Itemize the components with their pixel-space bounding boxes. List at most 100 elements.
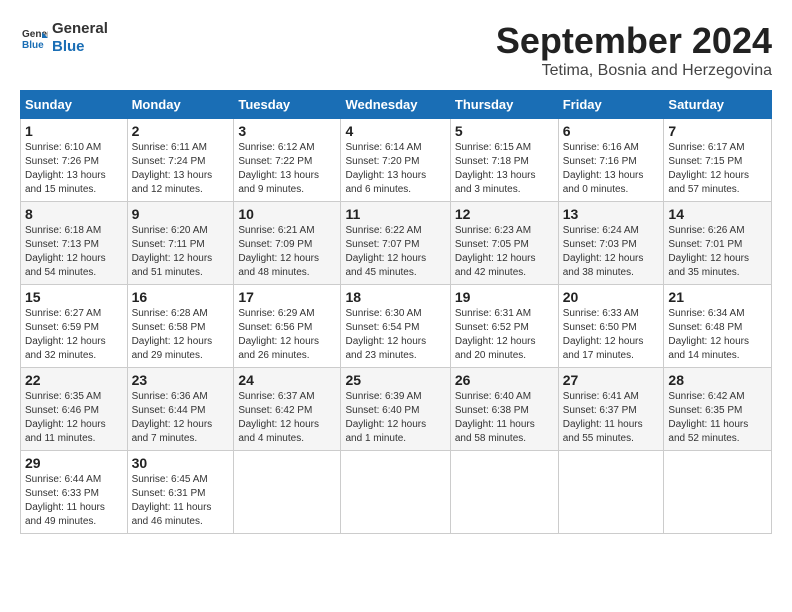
calendar-cell: 17 Sunrise: 6:29 AM Sunset: 6:56 PM Dayli… (234, 285, 341, 368)
month-title: September 2024 (496, 20, 772, 62)
day-info: Sunrise: 6:22 AM Sunset: 7:07 PM Dayligh… (345, 224, 445, 280)
calendar-cell: 5 Sunrise: 6:15 AM Sunset: 7:18 PM Daylig… (450, 119, 558, 202)
calendar-week-row: 8 Sunrise: 6:18 AM Sunset: 7:13 PM Daylig… (21, 202, 772, 285)
calendar-cell: 18Sunrise: 6:30 AM Sunset: 6:54 PM Dayli… (341, 285, 450, 368)
calendar-cell: 15 Sunrise: 6:27 AM Sunset: 6:59 PM Dayli… (21, 285, 128, 368)
logo-line2: Blue (52, 38, 108, 56)
calendar-cell (341, 451, 450, 534)
header-saturday: Saturday (664, 91, 772, 119)
day-number: 2 (132, 123, 230, 139)
day-info: Sunrise: 6:27 AM Sunset: 6:59 PM Dayligh… (25, 307, 123, 363)
calendar-cell (450, 451, 558, 534)
calendar-cell: 22Sunrise: 6:35 AM Sunset: 6:46 PM Dayli… (21, 368, 128, 451)
day-info: Sunrise: 6:18 AM Sunset: 7:13 PM Dayligh… (25, 224, 123, 280)
calendar-cell: 23 Sunrise: 6:36 AM Sunset: 6:44 PM Dayli… (127, 368, 234, 451)
calendar-header-row: SundayMondayTuesdayWednesdayThursdayFrid… (21, 91, 772, 119)
calendar-week-row: 15 Sunrise: 6:27 AM Sunset: 6:59 PM Dayli… (21, 285, 772, 368)
day-info: Sunrise: 6:45 AM Sunset: 6:31 PM Dayligh… (132, 473, 230, 529)
calendar-cell: 20 Sunrise: 6:33 AM Sunset: 6:50 PM Dayli… (558, 285, 664, 368)
day-info: Sunrise: 6:30 AM Sunset: 6:54 PM Dayligh… (345, 307, 445, 363)
day-info: Sunrise: 6:21 AM Sunset: 7:09 PM Dayligh… (238, 224, 336, 280)
svg-text:Blue: Blue (22, 40, 44, 51)
day-info: Sunrise: 6:37 AM Sunset: 6:42 PM Dayligh… (238, 390, 336, 446)
day-info: Sunrise: 6:28 AM Sunset: 6:58 PM Dayligh… (132, 307, 230, 363)
day-number: 5 (455, 123, 554, 139)
calendar-cell: 2 Sunrise: 6:11 AM Sunset: 7:24 PM Daylig… (127, 119, 234, 202)
calendar-cell: 1 Sunrise: 6:10 AM Sunset: 7:26 PM Daylig… (21, 119, 128, 202)
day-number: 10 (238, 206, 336, 222)
day-info: Sunrise: 6:44 AM Sunset: 6:33 PM Dayligh… (25, 473, 123, 529)
day-info: Sunrise: 6:16 AM Sunset: 7:16 PM Dayligh… (563, 141, 660, 197)
calendar-cell: 21 Sunrise: 6:34 AM Sunset: 6:48 PM Dayli… (664, 285, 772, 368)
calendar-cell (558, 451, 664, 534)
day-number: 25 (345, 372, 445, 388)
day-number: 1 (25, 123, 123, 139)
calendar-cell: 25 Sunrise: 6:39 AM Sunset: 6:40 PM Dayli… (341, 368, 450, 451)
calendar-cell: 27Sunrise: 6:41 AM Sunset: 6:37 PM Dayli… (558, 368, 664, 451)
header-monday: Monday (127, 91, 234, 119)
header-sunday: Sunday (21, 91, 128, 119)
day-number: 23 (132, 372, 230, 388)
day-info: Sunrise: 6:31 AM Sunset: 6:52 PM Dayligh… (455, 307, 554, 363)
day-info: Sunrise: 6:11 AM Sunset: 7:24 PM Dayligh… (132, 141, 230, 197)
day-info: Sunrise: 6:24 AM Sunset: 7:03 PM Dayligh… (563, 224, 660, 280)
day-number: 17 (238, 289, 336, 305)
calendar-week-row: 22Sunrise: 6:35 AM Sunset: 6:46 PM Dayli… (21, 368, 772, 451)
calendar-cell: 4Sunrise: 6:14 AM Sunset: 7:20 PM Daylig… (341, 119, 450, 202)
day-number: 29 (25, 455, 123, 471)
day-number: 21 (668, 289, 767, 305)
logo-line1: General (52, 20, 108, 38)
header-friday: Friday (558, 91, 664, 119)
logo: General Blue General Blue (20, 20, 108, 56)
location-subtitle: Tetima, Bosnia and Herzegovina (496, 62, 772, 80)
calendar-cell (664, 451, 772, 534)
day-info: Sunrise: 6:39 AM Sunset: 6:40 PM Dayligh… (345, 390, 445, 446)
calendar-cell: 14Sunrise: 6:26 AM Sunset: 7:01 PM Dayli… (664, 202, 772, 285)
day-info: Sunrise: 6:17 AM Sunset: 7:15 PM Dayligh… (668, 141, 767, 197)
day-info: Sunrise: 6:26 AM Sunset: 7:01 PM Dayligh… (668, 224, 767, 280)
calendar-cell: 26 Sunrise: 6:40 AM Sunset: 6:38 PM Dayli… (450, 368, 558, 451)
calendar-cell: 7 Sunrise: 6:17 AM Sunset: 7:15 PM Daylig… (664, 119, 772, 202)
calendar-week-row: 29 Sunrise: 6:44 AM Sunset: 6:33 PM Dayli… (21, 451, 772, 534)
header-thursday: Thursday (450, 91, 558, 119)
day-number: 8 (25, 206, 123, 222)
day-number: 9 (132, 206, 230, 222)
calendar-cell: 8 Sunrise: 6:18 AM Sunset: 7:13 PM Daylig… (21, 202, 128, 285)
day-info: Sunrise: 6:12 AM Sunset: 7:22 PM Dayligh… (238, 141, 336, 197)
day-number: 28 (668, 372, 767, 388)
day-number: 26 (455, 372, 554, 388)
calendar-cell: 6 Sunrise: 6:16 AM Sunset: 7:16 PM Daylig… (558, 119, 664, 202)
day-info: Sunrise: 6:34 AM Sunset: 6:48 PM Dayligh… (668, 307, 767, 363)
day-number: 20 (563, 289, 660, 305)
calendar-cell: 19Sunrise: 6:31 AM Sunset: 6:52 PM Dayli… (450, 285, 558, 368)
header-wednesday: Wednesday (341, 91, 450, 119)
day-info: Sunrise: 6:36 AM Sunset: 6:44 PM Dayligh… (132, 390, 230, 446)
day-number: 15 (25, 289, 123, 305)
day-number: 6 (563, 123, 660, 139)
day-info: Sunrise: 6:33 AM Sunset: 6:50 PM Dayligh… (563, 307, 660, 363)
logo-icon: General Blue (20, 24, 48, 52)
calendar-cell: 24Sunrise: 6:37 AM Sunset: 6:42 PM Dayli… (234, 368, 341, 451)
calendar-cell: 11 Sunrise: 6:22 AM Sunset: 7:07 PM Dayli… (341, 202, 450, 285)
day-info: Sunrise: 6:42 AM Sunset: 6:35 PM Dayligh… (668, 390, 767, 446)
calendar-cell: 9 Sunrise: 6:20 AM Sunset: 7:11 PM Daylig… (127, 202, 234, 285)
day-info: Sunrise: 6:40 AM Sunset: 6:38 PM Dayligh… (455, 390, 554, 446)
day-number: 30 (132, 455, 230, 471)
calendar-cell: 10 Sunrise: 6:21 AM Sunset: 7:09 PM Dayli… (234, 202, 341, 285)
day-number: 11 (345, 206, 445, 222)
day-info: Sunrise: 6:10 AM Sunset: 7:26 PM Dayligh… (25, 141, 123, 197)
day-info: Sunrise: 6:35 AM Sunset: 6:46 PM Dayligh… (25, 390, 123, 446)
day-info: Sunrise: 6:23 AM Sunset: 7:05 PM Dayligh… (455, 224, 554, 280)
calendar-table: SundayMondayTuesdayWednesdayThursdayFrid… (20, 90, 772, 534)
day-number: 7 (668, 123, 767, 139)
calendar-cell: 13Sunrise: 6:24 AM Sunset: 7:03 PM Dayli… (558, 202, 664, 285)
calendar-cell: 16Sunrise: 6:28 AM Sunset: 6:58 PM Dayli… (127, 285, 234, 368)
day-info: Sunrise: 6:20 AM Sunset: 7:11 PM Dayligh… (132, 224, 230, 280)
calendar-cell: 12 Sunrise: 6:23 AM Sunset: 7:05 PM Dayli… (450, 202, 558, 285)
day-info: Sunrise: 6:29 AM Sunset: 6:56 PM Dayligh… (238, 307, 336, 363)
day-number: 12 (455, 206, 554, 222)
day-info: Sunrise: 6:15 AM Sunset: 7:18 PM Dayligh… (455, 141, 554, 197)
calendar-cell: 30 Sunrise: 6:45 AM Sunset: 6:31 PM Dayli… (127, 451, 234, 534)
page-header: General Blue General Blue September 2024… (20, 20, 772, 80)
day-number: 3 (238, 123, 336, 139)
